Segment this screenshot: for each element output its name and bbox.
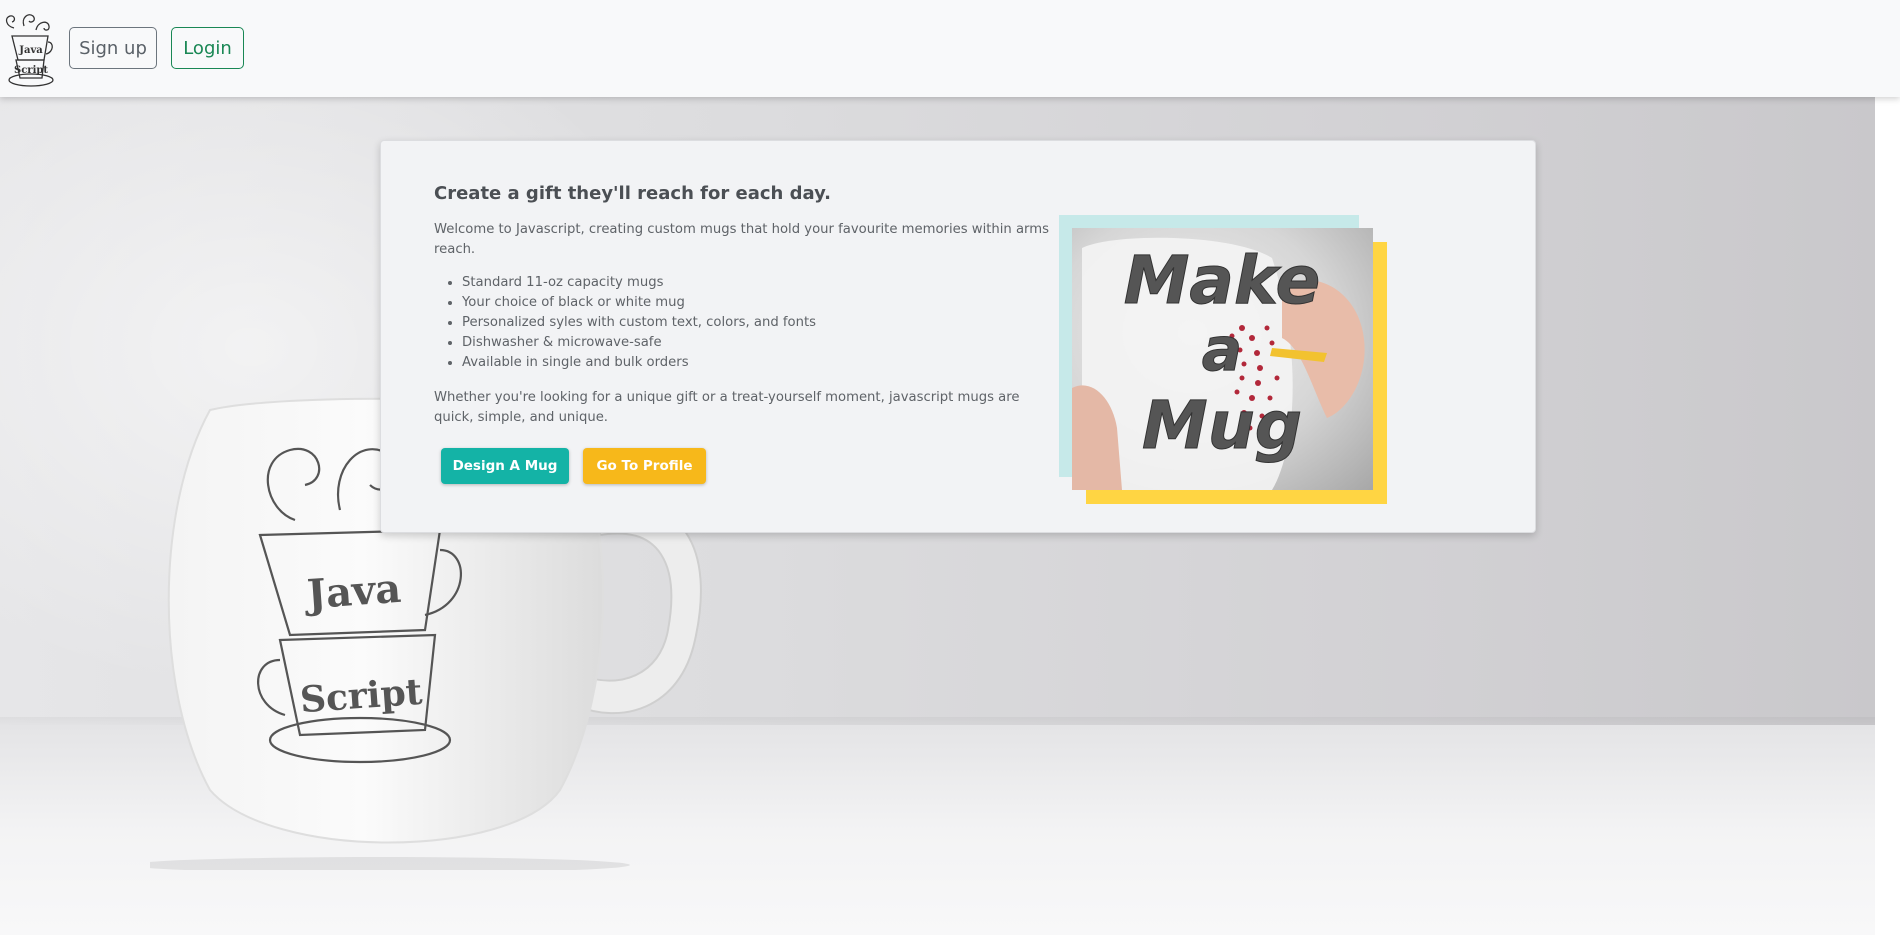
feature-item: Standard 11-oz capacity mugs xyxy=(462,273,816,293)
make-a-mug-image: Make a Mug xyxy=(1072,228,1373,490)
intro-card: Create a gift they'll reach for each day… xyxy=(380,140,1536,533)
javascript-logo[interactable]: Java Script xyxy=(2,8,58,90)
image-text-a: a xyxy=(1202,315,1243,385)
signup-button[interactable]: Sign up xyxy=(69,27,157,69)
logo-text-java: Java xyxy=(18,45,43,56)
feature-item: Dishwasher & microwave-safe xyxy=(462,333,816,353)
go-to-profile-button[interactable]: Go To Profile xyxy=(583,448,706,484)
image-text-mug: Mug xyxy=(1142,387,1302,464)
login-button[interactable]: Login xyxy=(171,27,244,69)
feature-list: Standard 11-oz capacity mugs Your choice… xyxy=(462,273,816,373)
card-outro-text: Whether you're looking for a unique gift… xyxy=(434,390,1020,425)
logo-text-script: Script xyxy=(14,65,48,76)
navbar: Java Script Sign up Login xyxy=(0,0,1900,97)
mug-print-java: Java xyxy=(303,565,403,619)
image-text-make: Make xyxy=(1124,242,1321,319)
design-a-mug-button[interactable]: Design A Mug xyxy=(441,448,569,484)
feature-item: Your choice of black or white mug xyxy=(462,293,816,313)
feature-item: Available in single and bulk orders xyxy=(462,353,816,373)
mug-print-script: Script xyxy=(299,671,424,721)
card-intro-text: Welcome to Javascript, creating custom m… xyxy=(434,222,1049,257)
right-edge-strip xyxy=(1875,97,1900,935)
feature-item: Personalized syles with custom text, col… xyxy=(462,313,816,333)
card-title: Create a gift they'll reach for each day… xyxy=(434,183,831,204)
